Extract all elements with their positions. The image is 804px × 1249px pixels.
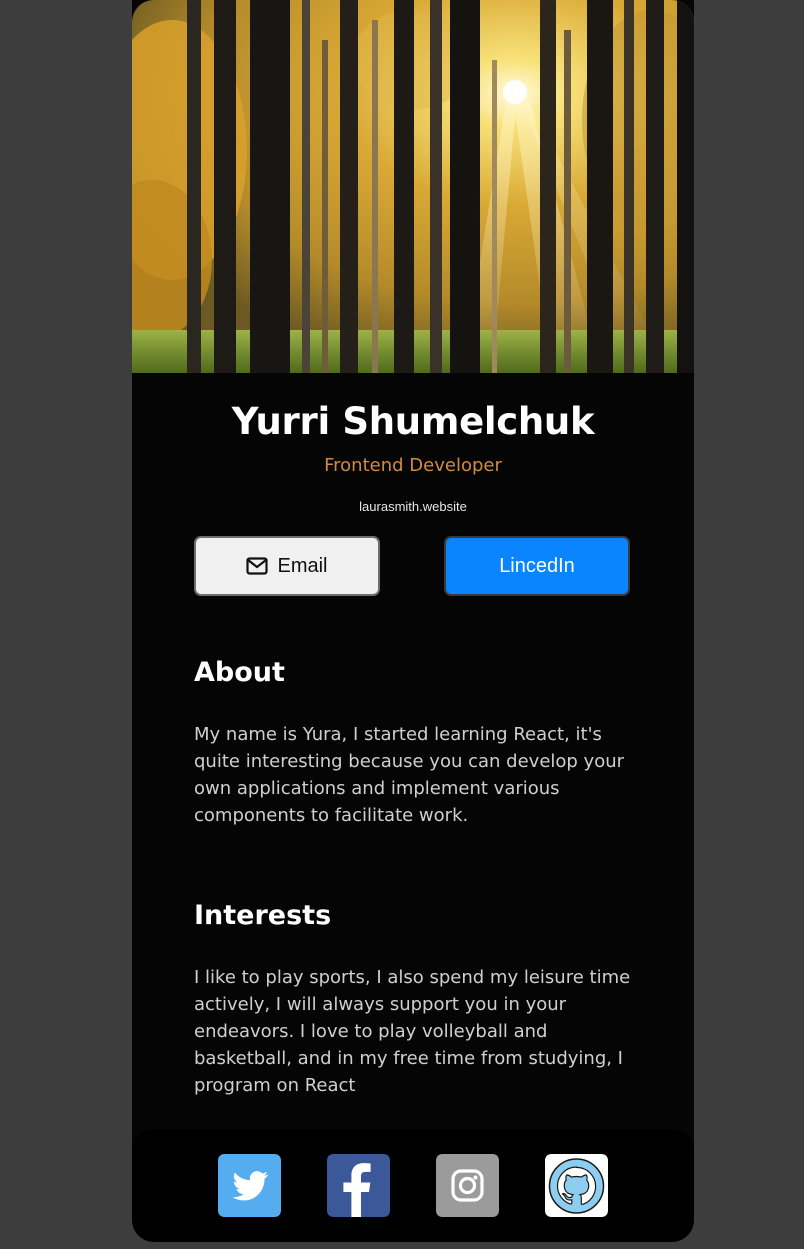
facebook-icon (327, 1154, 390, 1217)
github-icon (545, 1154, 608, 1217)
twitter-link[interactable] (218, 1154, 281, 1217)
facebook-link[interactable] (327, 1154, 390, 1217)
linkedin-button[interactable]: LincedIn (444, 536, 630, 596)
social-footer (132, 1129, 694, 1242)
mail-icon (246, 557, 269, 575)
profile-card: Yurri Shumelchuk Frontend Developer laur… (132, 0, 694, 1242)
linkedin-button-label: LincedIn (499, 554, 575, 577)
hero-forest-image (132, 0, 694, 373)
profile-website-link[interactable]: laurasmith.website (132, 499, 694, 514)
interests-heading: Interests (194, 900, 332, 931)
email-button-label: Email (277, 554, 328, 577)
about-heading: About (194, 657, 285, 688)
twitter-icon (218, 1154, 281, 1217)
instagram-icon (436, 1154, 499, 1217)
email-button[interactable]: Email (194, 536, 380, 596)
interests-text: I like to play sports, I also spend my l… (194, 967, 631, 1096)
github-link[interactable] (545, 1154, 608, 1217)
profile-role: Frontend Developer (324, 455, 502, 476)
about-text: My name is Yura, I started learning Reac… (194, 724, 625, 826)
profile-name: Yurri Shumelchuk (231, 400, 595, 443)
instagram-link[interactable] (436, 1154, 499, 1217)
